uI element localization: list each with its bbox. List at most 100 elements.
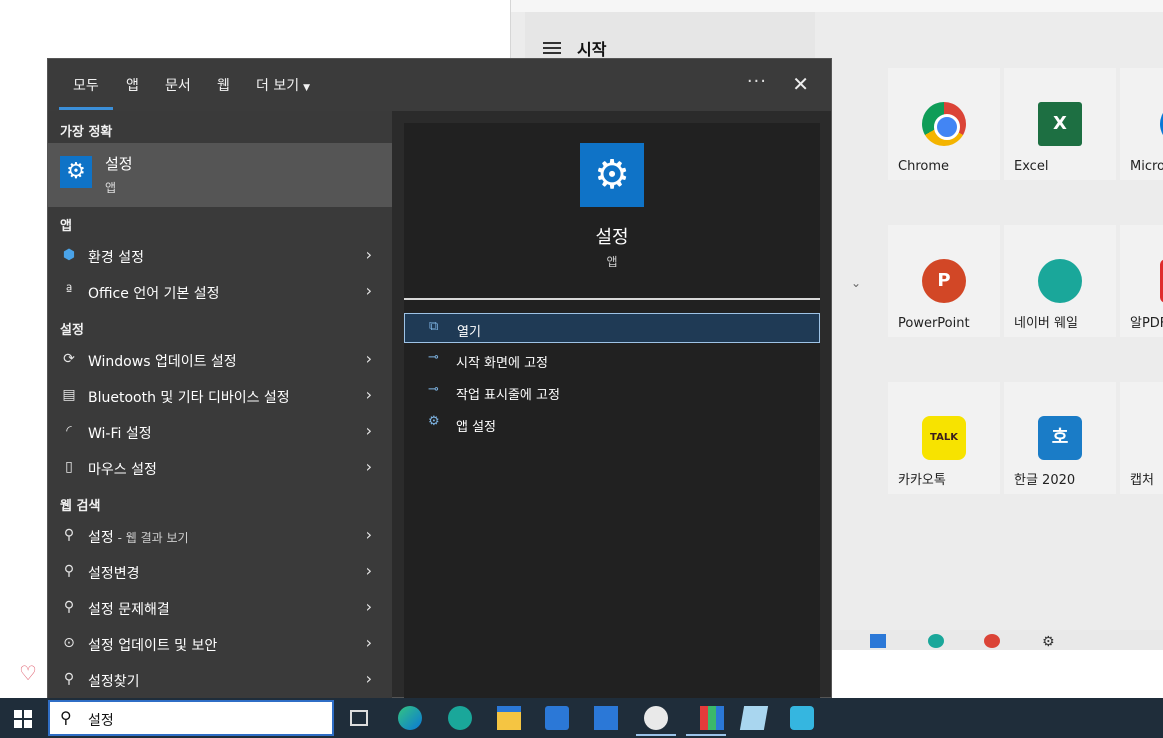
wifi-icon: ◜ — [66, 423, 72, 439]
result-app-office-language[interactable]: ª Office 언어 기본 설정 › — [48, 275, 392, 309]
action-pin-start[interactable]: ⊸ 시작 화면에 고정 — [404, 345, 820, 375]
windows-start-icon[interactable] — [14, 710, 32, 728]
result-bluetooth[interactable]: ▤ Bluetooth 및 기타 디바이스 설정 › — [48, 379, 392, 413]
close-icon[interactable]: ✕ — [792, 72, 809, 96]
hangul-icon: 호 — [1038, 416, 1082, 460]
search-tabbar: 모두 앱 문서 웹 더 보기 ▼ ··· ✕ — [48, 59, 831, 111]
app-icon[interactable] — [790, 706, 814, 730]
tab-more-label: 더 보기 — [256, 78, 300, 94]
result-label: Wi-Fi 설정 — [88, 426, 152, 442]
tile-kakaotalk[interactable]: TALK 카카오톡 — [888, 382, 1000, 494]
result-app-env-settings[interactable]: ⬢ 환경 설정 › — [48, 239, 392, 273]
chevron-down-icon[interactable]: ⌄ — [851, 276, 861, 290]
result-web-4[interactable]: ⚲ 설정찾기 › — [48, 663, 392, 697]
chevron-right-icon[interactable]: › — [366, 385, 372, 404]
tile-chrome[interactable]: Chrome — [888, 68, 1000, 180]
chevron-right-icon[interactable]: › — [366, 349, 372, 368]
mail-icon[interactable] — [594, 706, 618, 730]
best-match-name: 설정 — [105, 155, 133, 173]
whale-icon[interactable] — [448, 706, 472, 730]
result-web-2[interactable]: ⚲ 설정 문제해결 › — [48, 591, 392, 625]
tab-all[interactable]: 모두 — [59, 75, 113, 110]
result-label: 설정 문제해결 — [88, 602, 170, 618]
heart-icon[interactable]: ♡ — [19, 661, 37, 685]
action-open[interactable]: ⧉ 열기 — [404, 313, 820, 343]
tile-whale[interactable]: 네이버 웨일 — [1004, 225, 1116, 337]
chevron-right-icon[interactable]: › — [366, 633, 372, 652]
edge-icon[interactable] — [398, 706, 422, 730]
result-web-3[interactable]: ⊙ 설정 업데이트 및 보안 › — [48, 627, 392, 661]
section-web-search: 웹 검색 — [60, 499, 101, 514]
tile-label: 카카오톡 — [898, 473, 946, 488]
result-windows-update[interactable]: ⟳ Windows 업데이트 설정 › — [48, 343, 392, 377]
taskbar: ⚲ 설정 — [0, 698, 1163, 738]
tab-web[interactable]: 웹 — [217, 75, 230, 95]
result-web-0[interactable]: ⚲ 설정 - 웹 결과 보기 › — [48, 519, 392, 553]
search-icon: ⚲ — [63, 563, 75, 579]
search-icon: ⚲ — [63, 527, 75, 543]
mouse-icon: ▯ — [65, 459, 73, 475]
whale-icon — [928, 634, 944, 648]
result-wifi[interactable]: ◜ Wi-Fi 설정 › — [48, 415, 392, 449]
best-match-type: 앱 — [105, 181, 117, 195]
gear-icon: ⚙ — [1042, 634, 1055, 650]
action-label: 앱 설정 — [456, 420, 497, 435]
chevron-right-icon[interactable]: › — [366, 457, 372, 476]
result-label: 환경 설정 — [88, 250, 144, 266]
open-icon: ⧉ — [429, 319, 439, 334]
tab-more[interactable]: 더 보기 ▼ — [256, 75, 310, 95]
action-label: 열기 — [457, 325, 481, 340]
tile-powerpoint[interactable]: P PowerPoint — [888, 225, 1000, 337]
notepad-icon[interactable] — [739, 706, 769, 730]
result-web-1[interactable]: ⚲ 설정변경 › — [48, 555, 392, 589]
result-label: Windows 업데이트 설정 — [88, 354, 237, 370]
result-label: 설정 업데이트 및 보안 — [88, 638, 218, 654]
chevron-right-icon[interactable]: › — [366, 245, 372, 264]
section-settings: 설정 — [60, 323, 84, 338]
search-icon: ⚲ — [60, 708, 72, 727]
settings-gear-icon: ⚙ — [580, 143, 644, 207]
tile-label: PowerPoint — [898, 316, 970, 331]
store-icon[interactable] — [545, 706, 569, 730]
chevron-right-icon[interactable]: › — [366, 669, 372, 688]
chrome-icon — [922, 102, 966, 146]
action-pin-taskbar[interactable]: ⊸ 작업 표시줄에 고정 — [404, 377, 820, 407]
action-label: 작업 표시줄에 고정 — [456, 388, 560, 403]
chevron-right-icon[interactable]: › — [366, 561, 372, 580]
tile-capture[interactable]: 캡처 — [1120, 382, 1163, 494]
action-app-settings[interactable]: ⚙ 앱 설정 — [404, 409, 820, 439]
devices-icon: ▤ — [62, 387, 76, 403]
taskbar-search-input[interactable]: ⚲ 설정 — [48, 700, 334, 736]
chevron-right-icon[interactable]: › — [366, 281, 372, 300]
chevron-right-icon[interactable]: › — [366, 597, 372, 616]
tab-documents[interactable]: 문서 — [165, 75, 191, 95]
best-match-item[interactable]: ⚙ 설정 앱 — [48, 143, 392, 207]
chevron-right-icon[interactable]: › — [366, 525, 372, 544]
section-best-match: 가장 정확 — [60, 125, 113, 140]
search-panel: 모두 앱 문서 웹 더 보기 ▼ ··· ✕ 가장 정확 ⚙ 설정 앱 앱 ⬢ 환… — [47, 58, 832, 699]
chevron-right-icon[interactable]: › — [366, 421, 372, 440]
hamburger-icon[interactable] — [543, 42, 561, 54]
detail-pane: ⚙ 설정 앱 ⧉ 열기 ⊸ 시작 화면에 고정 ⊸ 작업 표시줄에 고정 ⚙ 앱… — [404, 123, 820, 699]
window-top-band — [511, 0, 1163, 12]
detail-name: 설정 — [595, 227, 629, 248]
excel-icon: X — [1038, 102, 1082, 146]
section-apps: 앱 — [60, 219, 72, 234]
search-icon: ⚲ — [63, 599, 75, 615]
app-icon[interactable] — [700, 706, 724, 730]
result-label: Office 언어 기본 설정 — [88, 286, 220, 302]
result-label: Bluetooth 및 기타 디바이스 설정 — [88, 390, 290, 406]
tile-microsoft[interactable]: Micro — [1120, 68, 1163, 180]
tile-label: 알PDF — [1130, 316, 1163, 331]
tab-apps[interactable]: 앱 — [126, 75, 139, 95]
search-icon: ⚲ — [63, 671, 75, 687]
tile-label: Excel — [1014, 159, 1049, 174]
file-explorer-icon[interactable] — [497, 706, 521, 730]
result-mouse[interactable]: ▯ 마우스 설정 › — [48, 451, 392, 485]
paint-icon[interactable] — [644, 706, 668, 730]
tile-excel[interactable]: X Excel — [1004, 68, 1116, 180]
task-view-icon[interactable] — [350, 710, 368, 726]
more-options-icon[interactable]: ··· — [747, 71, 767, 92]
tile-hangul[interactable]: 호 한글 2020 — [1004, 382, 1116, 494]
tile-alpdf[interactable]: 알PDF — [1120, 225, 1163, 337]
